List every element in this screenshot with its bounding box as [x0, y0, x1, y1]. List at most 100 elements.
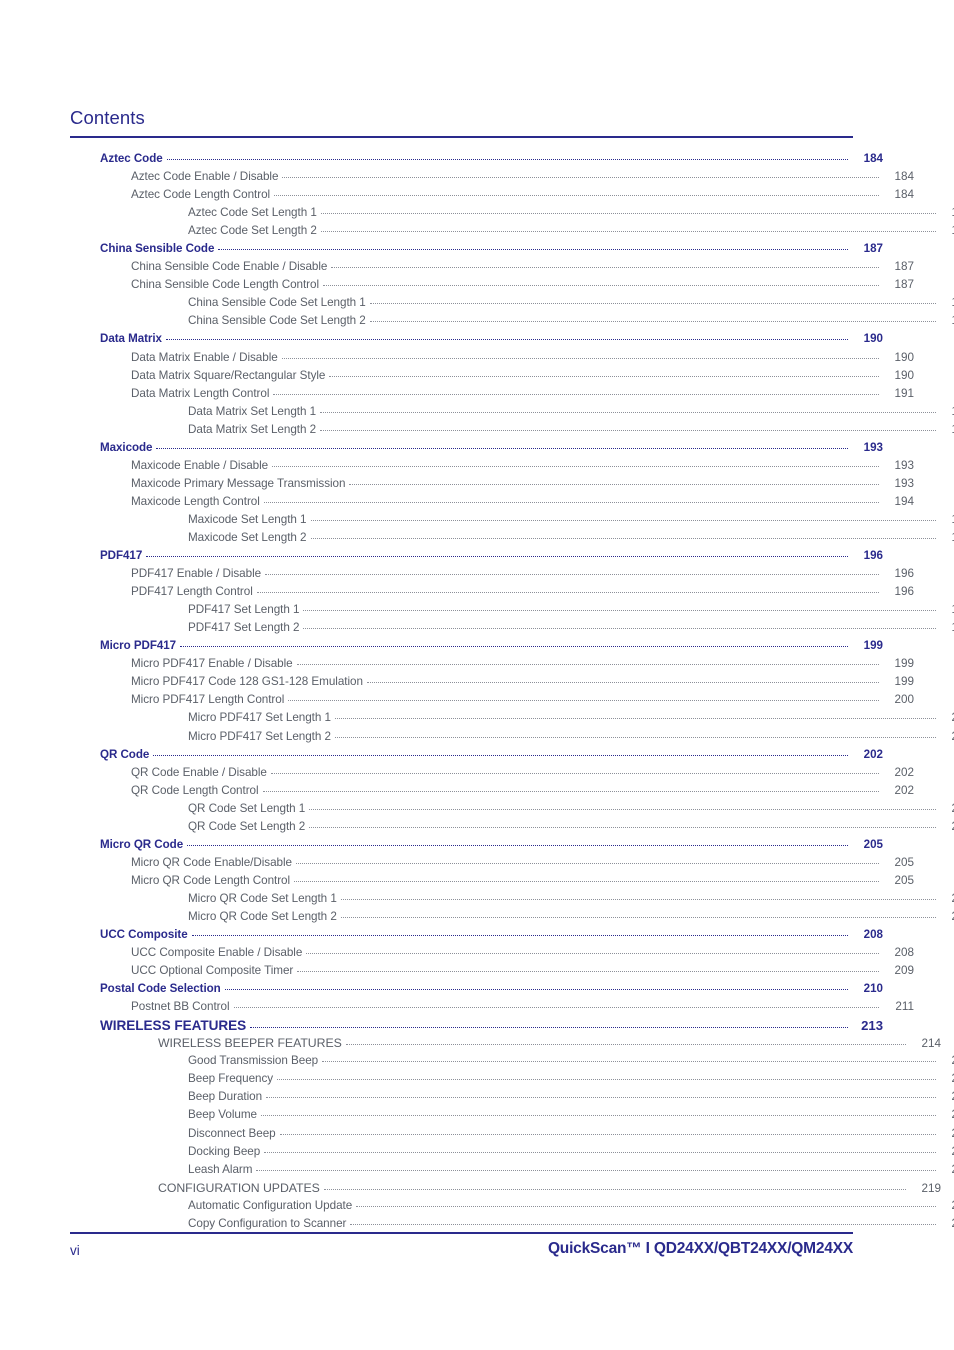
toc-entry-label: China Sensible Code Set Length 1 — [188, 296, 366, 310]
toc-entry[interactable]: Aztec Code Length Control 184 — [131, 188, 914, 206]
toc-entry[interactable]: Data Matrix Set Length 2 192 — [188, 423, 954, 441]
toc-entry-page-number: 208 — [894, 946, 914, 960]
toc-entry[interactable]: Good Transmission Beep 214 — [188, 1054, 954, 1072]
toc-entry[interactable]: PDF417 Set Length 1 197 — [188, 603, 954, 621]
toc-entry-page-number: 196 — [863, 549, 883, 563]
toc-entry[interactable]: Data Matrix Length Control 191 — [131, 387, 914, 405]
toc-entry[interactable]: Micro QR Code Enable/Disable 205 — [131, 856, 914, 874]
toc-entry[interactable]: QR Code Enable / Disable 202 — [131, 766, 914, 784]
toc-entry-page-number: 187 — [863, 242, 883, 256]
toc-entry[interactable]: Data Matrix 190 — [100, 332, 883, 350]
toc-entry-page-number: 199 — [863, 639, 883, 653]
toc-entry[interactable]: UCC Composite Enable / Disable 208 — [131, 946, 914, 964]
toc-entry-label: Data Matrix Length Control — [131, 386, 270, 400]
toc-entry-page-number: 209 — [894, 964, 914, 978]
toc-entry[interactable]: PDF417 Length Control 196 — [131, 585, 914, 603]
toc-entry[interactable]: PDF417 Enable / Disable 196 — [131, 567, 914, 585]
toc-entry[interactable]: Automatic Configuration Update 219 — [188, 1199, 954, 1217]
toc-leader-dots — [224, 989, 848, 991]
toc-entry[interactable]: Maxicode 193 — [100, 441, 883, 459]
toc-entry[interactable]: China Sensible Code Enable / Disable 187 — [131, 260, 914, 278]
toc-entry[interactable]: WIRELESS BEEPER FEATURES 214 — [158, 1036, 941, 1054]
toc-entry-label: Aztec Code Enable / Disable — [131, 170, 279, 184]
toc-entry[interactable]: Beep Volume 216 — [188, 1108, 954, 1126]
toc-entry[interactable]: Micro PDF417 Code 128 GS1-128 Emulation 1… — [131, 675, 914, 693]
toc-entry-label: Disconnect Beep — [188, 1126, 276, 1140]
toc-entry-page-number: 216 — [938, 1127, 954, 1140]
toc-leader-dots — [180, 646, 848, 648]
toc-entry[interactable]: Maxicode Set Length 1 194 — [188, 513, 954, 531]
toc-entry[interactable]: UCC Optional Composite Timer 209 — [131, 964, 914, 982]
toc-entry[interactable]: Data Matrix Square/Rectangular Style 190 — [131, 369, 914, 387]
toc-entry[interactable]: QR Code 202 — [100, 748, 883, 766]
toc-entry[interactable]: Micro QR Code 205 — [100, 838, 883, 856]
toc-leader-dots — [306, 953, 879, 955]
toc-entry[interactable]: Aztec Code Enable / Disable 184 — [131, 170, 914, 188]
toc-leader-dots — [266, 1097, 936, 1099]
toc-entry[interactable]: Leash Alarm 217 — [188, 1163, 954, 1181]
toc-entry[interactable]: CONFIGURATION UPDATES 219 — [158, 1181, 941, 1199]
toc-entry-page-number: 217 — [938, 1145, 954, 1158]
toc-entry-label: Data Matrix — [100, 332, 162, 346]
toc-entry-page-number: 195 — [938, 531, 954, 544]
toc-entry[interactable]: China Sensible Code Set Length 1 188 — [188, 296, 954, 314]
toc-entry[interactable]: Micro PDF417 Enable / Disable 199 — [131, 657, 914, 675]
toc-entry-page-number: 193 — [894, 458, 914, 472]
toc-entry[interactable]: Micro QR Code Set Length 1 206 — [188, 892, 954, 910]
toc-entry[interactable]: Maxicode Set Length 2 195 — [188, 531, 954, 549]
toc-entry-page-number: 199 — [894, 675, 914, 689]
toc-leader-dots — [369, 303, 936, 305]
toc-entry[interactable]: China Sensible Code 187 — [100, 242, 883, 260]
toc-entry[interactable]: Maxicode Primary Message Transmission 193 — [131, 477, 914, 495]
toc-entry[interactable]: Micro PDF417 199 — [100, 639, 883, 657]
toc-entry[interactable]: Micro PDF417 Length Control 200 — [131, 693, 914, 711]
toc-entry[interactable]: Micro PDF417 Set Length 1 200 — [188, 711, 954, 729]
toc-entry[interactable]: China Sensible Code Length Control 187 — [131, 278, 914, 296]
toc-entry[interactable]: Data Matrix Enable / Disable 190 — [131, 351, 914, 369]
toc-entry[interactable]: Maxicode Length Control 194 — [131, 495, 914, 513]
toc-entry[interactable]: PDF417 Set Length 2 198 — [188, 621, 954, 639]
toc-entry-page-number: 188 — [938, 296, 954, 309]
toc-entry[interactable]: UCC Composite 208 — [100, 928, 883, 946]
toc-entry[interactable]: Aztec Code Set Length 2 186 — [188, 224, 954, 242]
toc-leader-dots — [369, 321, 936, 323]
toc-entry-page-number: 196 — [894, 567, 914, 581]
toc-entry-page-number: 217 — [938, 1163, 954, 1176]
toc-entry[interactable]: QR Code Set Length 1 203 — [188, 802, 954, 820]
toc-leader-dots — [260, 1115, 936, 1117]
toc-entry[interactable]: QR Code Length Control 202 — [131, 784, 914, 802]
toc-leader-dots — [309, 808, 936, 810]
toc-entry[interactable]: Aztec Code Set Length 1 185 — [188, 206, 954, 224]
toc-entry[interactable]: Micro QR Code Length Control 205 — [131, 874, 914, 892]
toc-leader-dots — [345, 1044, 906, 1046]
toc-entry-page-number: 194 — [894, 494, 914, 508]
toc-entry[interactable]: QR Code Set Length 2 204 — [188, 820, 954, 838]
toc-entry-label: Data Matrix Square/Rectangular Style — [131, 368, 326, 382]
toc-entry[interactable]: Data Matrix Set Length 1 191 — [188, 405, 954, 423]
toc-entry[interactable]: Postal Code Selection 210 — [100, 982, 883, 1000]
toc-entry-page-number: 215 — [938, 1090, 954, 1103]
toc-entry-label: Maxicode Set Length 2 — [188, 530, 307, 544]
toc-entry[interactable]: PDF417 196 — [100, 549, 883, 567]
toc-entry[interactable]: WIRELESS FEATURES 213 — [100, 1018, 883, 1036]
toc-entry[interactable]: Beep Duration 215 — [188, 1090, 954, 1108]
toc-entry-label: Automatic Configuration Update — [188, 1198, 353, 1212]
toc-entry[interactable]: Docking Beep 217 — [188, 1145, 954, 1163]
toc-entry[interactable]: China Sensible Code Set Length 2 189 — [188, 314, 954, 332]
toc-entry-label: Aztec Code Set Length 2 — [188, 224, 317, 238]
toc-entry[interactable]: Postnet BB Control 211 — [131, 1000, 914, 1018]
toc-entry[interactable]: Micro PDF417 Set Length 2 201 — [188, 730, 954, 748]
toc-entry-page-number: 211 — [895, 1000, 914, 1014]
toc-leader-dots — [166, 159, 848, 160]
toc-entry[interactable]: Micro QR Code Set Length 2 207 — [188, 910, 954, 928]
toc-entry[interactable]: Aztec Code 184 — [100, 152, 883, 170]
toc-entry-page-number: 190 — [894, 368, 914, 382]
toc-entry-label: Docking Beep — [188, 1144, 261, 1158]
toc-entry-label: Aztec Code — [100, 152, 163, 165]
toc-entry[interactable]: Maxicode Enable / Disable 193 — [131, 459, 914, 477]
toc-entry[interactable]: Disconnect Beep 216 — [188, 1127, 954, 1145]
toc-entry-page-number: 210 — [863, 982, 883, 996]
toc-entry[interactable]: Beep Frequency 214 — [188, 1072, 954, 1090]
toc-entry-page-number: 193 — [894, 476, 914, 490]
toc-leader-dots — [274, 195, 879, 197]
